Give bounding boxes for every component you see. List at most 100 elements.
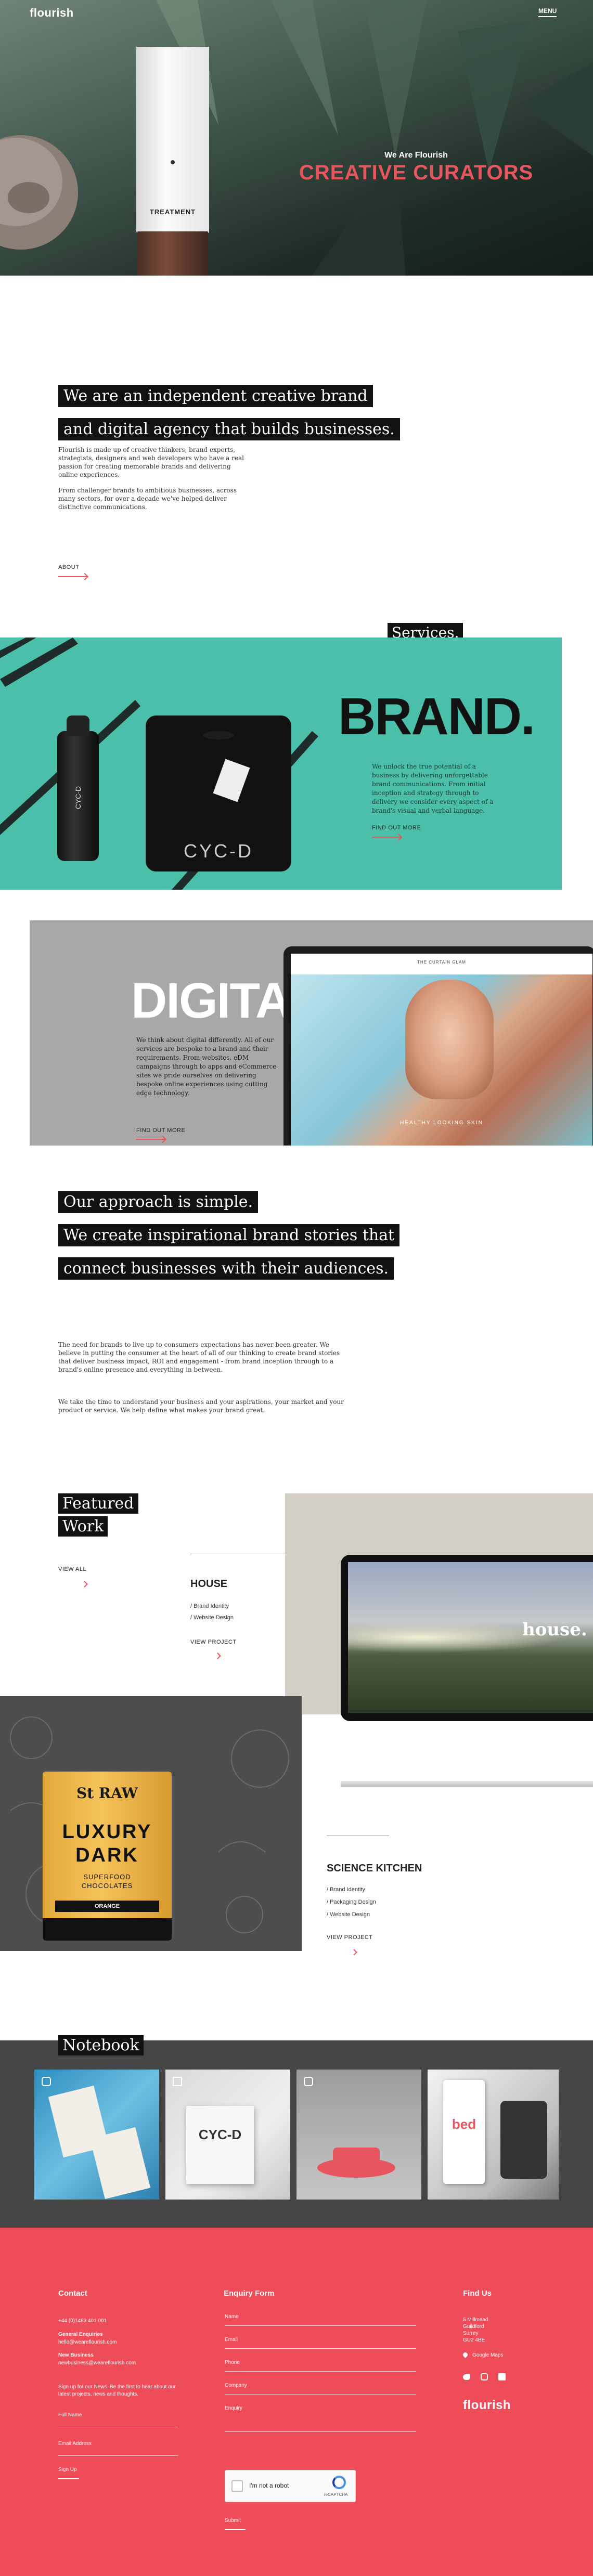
house-title[interactable]: HOUSE	[190, 1578, 227, 1590]
instagram-icon[interactable]	[481, 2373, 488, 2380]
pack-flavour: ORANGE	[55, 1901, 159, 1912]
intro-paragraph-1: Flourish is made up of creative thinkers…	[58, 446, 244, 478]
tshirt-label: CYC-D	[184, 840, 253, 862]
intro-paragraph-2: From challenger brands to ambitious busi…	[58, 487, 237, 511]
digital-panel: DIGITAL. We think about digital differen…	[30, 920, 593, 1146]
view-all-link[interactable]: VIEW ALL	[58, 1566, 86, 1572]
science-chevron-icon[interactable]	[351, 1949, 357, 1956]
recaptcha-box[interactable]: I'm not a robot reCAPTCHA	[225, 2470, 356, 2502]
view-all-chevron-icon[interactable]	[81, 1581, 88, 1588]
laptop-image: THE CURTAIN GLAM HEALTHY LOOKING SKIN	[283, 946, 593, 1146]
logo[interactable]: flourish	[30, 6, 74, 20]
brand-title: BRAND.	[338, 687, 535, 746]
digital-text: We think about digital differently. All …	[136, 1036, 277, 1097]
contact-heading: Contact	[58, 2289, 87, 2298]
bottle-image: CYC-D	[57, 715, 99, 861]
brand-text: We unlock the true potential of a busine…	[372, 763, 494, 814]
menu-button[interactable]: MENU	[538, 7, 557, 17]
approach-line-3: connect businesses with their audiences.	[58, 1257, 394, 1280]
instagram-icon	[304, 2077, 313, 2086]
recaptcha-checkbox[interactable]	[231, 2480, 243, 2492]
enquiry-message-field[interactable]: Enquiry	[225, 2405, 416, 2437]
address-line-1: 5 Millmead	[463, 2317, 488, 2323]
house-view-link[interactable]: VIEW PROJECT	[190, 1639, 237, 1645]
enquiry-heading: Enquiry Form	[224, 2289, 275, 2298]
submit-arrow-icon[interactable]	[225, 2529, 246, 2530]
notebook-tile-2[interactable]: CYC-D	[165, 2070, 290, 2200]
pack-line-2: DARK	[75, 1844, 139, 1866]
signup-button[interactable]: Sign Up	[58, 2467, 77, 2473]
house-screen-text: house.	[522, 1619, 587, 1640]
product-label: TREATMENT	[149, 208, 196, 216]
google-maps-link[interactable]: Google Maps	[472, 2352, 503, 2358]
address-line-3: Surrey	[463, 2331, 479, 2336]
product-tube: TREATMENT	[136, 47, 209, 276]
general-enquiries-email[interactable]: hello@weareflourish.com	[58, 2339, 117, 2345]
pack-line-1: LUXURY	[62, 1821, 152, 1843]
enquiry-phone-placeholder: Phone	[225, 2360, 240, 2365]
brand-arrow-icon[interactable]	[372, 837, 401, 838]
notebook-tile-4-text: bed	[452, 2116, 476, 2132]
laptop-site-brand: THE CURTAIN GLAM	[417, 960, 466, 965]
enquiry-submit-button[interactable]: Submit	[225, 2518, 241, 2523]
house-tag-2: / Website Design	[190, 1615, 234, 1621]
enquiry-email-field[interactable]: Email	[225, 2337, 416, 2352]
enquiry-company-placeholder: Company	[225, 2383, 247, 2388]
fullname-placeholder: Full Name	[58, 2412, 82, 2418]
intro-headline-2: and digital agency that builds businesse…	[58, 418, 400, 440]
pencil-icon	[173, 2077, 182, 2086]
contact-phone[interactable]: +44 (0)1483 401 001	[58, 2318, 107, 2324]
about-arrow-icon[interactable]	[58, 576, 87, 577]
hero-title: CREATIVE CURATORS	[299, 161, 534, 184]
digital-link[interactable]: FIND OUT MORE	[136, 1127, 185, 1134]
science-view-link[interactable]: VIEW PROJECT	[327, 1934, 373, 1941]
footer-logo[interactable]: flourish	[463, 2398, 511, 2413]
recaptcha-brand: reCAPTCHA	[324, 2492, 348, 2497]
footer: Contact +44 (0)1483 401 001 General Enqu…	[0, 2228, 593, 2576]
science-tag-3: / Website Design	[327, 1911, 370, 1918]
science-title[interactable]: SCIENCE KITCHEN	[327, 1863, 422, 1875]
house-laptop-image: house.	[341, 1555, 593, 1721]
brand-link[interactable]: FIND OUT MORE	[372, 825, 421, 831]
new-business-label: New Business	[58, 2352, 94, 2358]
fullname-field[interactable]: Full Name	[58, 2412, 178, 2428]
approach-line-2: We create inspirational brand stories th…	[58, 1224, 400, 1246]
address-line-2: Guildford	[463, 2324, 484, 2330]
find-heading: Find Us	[463, 2289, 492, 2298]
recaptcha-logo-icon	[332, 2476, 346, 2489]
house-tag-1: / Brand Identity	[190, 1603, 229, 1609]
enquiry-email-placeholder: Email	[225, 2337, 238, 2343]
new-business-email[interactable]: newbusiness@weareflourish.com	[58, 2360, 136, 2366]
instagram-icon	[42, 2077, 51, 2086]
email-placeholder: Email Address	[58, 2441, 92, 2447]
signup-text: Sign up for our News. Be the first to he…	[58, 2384, 176, 2397]
notebook-tile-2-text: CYC-D	[198, 2127, 242, 2142]
linkedin-icon[interactable]	[498, 2373, 506, 2380]
enquiry-company-field[interactable]: Company	[225, 2383, 416, 2398]
enquiry-message-placeholder: Enquiry	[225, 2405, 242, 2411]
hero-leaf-image	[0, 0, 593, 276]
approach-paragraph-2: We take the time to understand your busi…	[58, 1398, 344, 1414]
bottle-label: CYC-D	[74, 786, 82, 810]
notebook-tile-3[interactable]	[296, 2070, 421, 2200]
tshirt-image: CYC-D	[135, 715, 302, 877]
email-field[interactable]: Email Address	[58, 2441, 178, 2456]
recaptcha-label: I'm not a robot	[249, 2482, 289, 2489]
signup-arrow-icon[interactable]	[58, 2478, 79, 2479]
featured-title-2: Work	[58, 1516, 108, 1537]
enquiry-phone-field[interactable]: Phone	[225, 2360, 416, 2375]
science-tag-1: / Brand Identity	[327, 1887, 365, 1893]
approach-paragraph-1: The need for brands to live up to consum…	[58, 1341, 340, 1373]
about-link[interactable]: ABOUT	[58, 564, 79, 570]
pack-brand: St RAW	[76, 1785, 138, 1802]
notebook-tile-1[interactable]	[34, 2070, 159, 2200]
house-chevron-icon[interactable]	[214, 1653, 221, 1659]
notebook-tile-4[interactable]: bed	[428, 2070, 559, 2200]
enquiry-name-field[interactable]: Name	[225, 2314, 416, 2330]
enquiry-name-placeholder: Name	[225, 2314, 239, 2320]
notebook-section: Notebook CYC-D bed	[0, 2035, 593, 2228]
digital-arrow-icon[interactable]	[136, 1139, 165, 1140]
twitter-icon[interactable]	[463, 2374, 470, 2380]
hero: flourish MENU TREATMENT We Are Flourish …	[0, 0, 593, 276]
pack-sub-2: CHOCOLATES	[81, 1882, 133, 1890]
